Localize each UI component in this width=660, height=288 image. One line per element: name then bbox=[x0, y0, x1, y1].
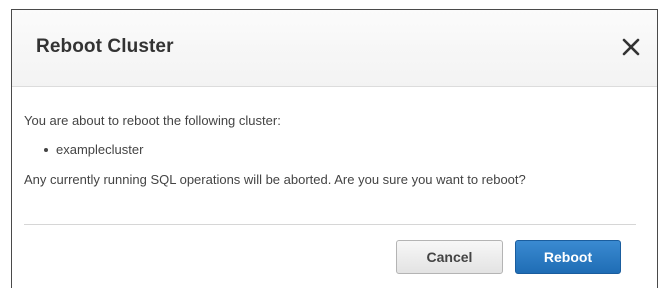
cancel-button[interactable]: Cancel bbox=[396, 240, 503, 274]
bullet-icon bbox=[44, 147, 48, 152]
dialog-header: Reboot Cluster bbox=[12, 10, 657, 87]
reboot-button[interactable]: Reboot bbox=[515, 240, 621, 274]
footer-divider bbox=[24, 224, 636, 225]
cluster-name: examplecluster bbox=[56, 142, 144, 157]
close-icon[interactable] bbox=[621, 36, 641, 58]
cluster-list-item: examplecluster bbox=[44, 142, 143, 157]
reboot-message: You are about to reboot the following cl… bbox=[24, 113, 281, 128]
dialog-title: Reboot Cluster bbox=[36, 36, 174, 57]
warning-message: Any currently running SQL operations wil… bbox=[24, 172, 526, 187]
